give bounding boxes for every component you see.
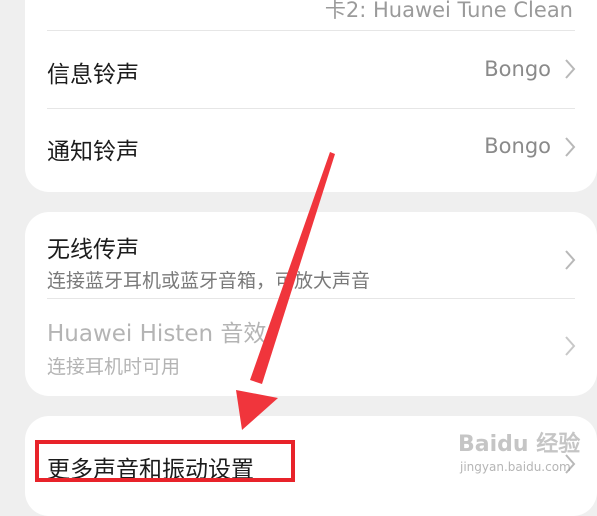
- notification-ringtone-label: 通知铃声: [47, 139, 139, 165]
- highlight-box: [35, 440, 295, 482]
- watermark-logo: Baidu 经验: [458, 432, 581, 457]
- notification-ringtone-row[interactable]: 通知铃声 Bongo: [25, 110, 597, 188]
- chevron-right-icon: [565, 336, 576, 356]
- divider: [47, 108, 575, 109]
- chevron-right-icon: [565, 250, 576, 270]
- ringtone-settings-card: 卡2: Huawei Tune Clean 信息铃声 Bongo 通知铃声 Bo…: [25, 0, 597, 192]
- audio-settings-card: 无线传声 连接蓝牙耳机或蓝牙音箱，可放大声音 Huawei Histen 音效 …: [25, 212, 597, 396]
- message-ringtone-value: Bongo: [484, 57, 551, 81]
- notification-ringtone-value: Bongo: [484, 134, 551, 158]
- chevron-right-icon: [565, 137, 576, 157]
- divider: [47, 298, 575, 299]
- wireless-audio-label: 无线传声: [47, 237, 139, 263]
- wireless-audio-subtitle: 连接蓝牙耳机或蓝牙音箱，可放大声音: [47, 270, 371, 292]
- message-ringtone-label: 信息铃声: [47, 62, 139, 88]
- sim2-ringtone-partial-text: 卡2: Huawei Tune Clean: [324, 0, 573, 22]
- histen-effect-subtitle: 连接耳机时可用: [47, 356, 181, 378]
- histen-effect-label: Huawei Histen 音效: [47, 321, 267, 347]
- message-ringtone-row[interactable]: 信息铃声 Bongo: [25, 30, 597, 108]
- chevron-right-icon: [565, 59, 576, 79]
- baidu-jingyan-watermark: Baidu 经验 jingyan.baidu.com: [458, 426, 581, 476]
- histen-effect-row: Huawei Histen 音效 连接耳机时可用: [25, 300, 597, 396]
- watermark-url: jingyan.baidu.com: [460, 460, 571, 474]
- wireless-audio-row[interactable]: 无线传声 连接蓝牙耳机或蓝牙音箱，可放大声音: [25, 212, 597, 304]
